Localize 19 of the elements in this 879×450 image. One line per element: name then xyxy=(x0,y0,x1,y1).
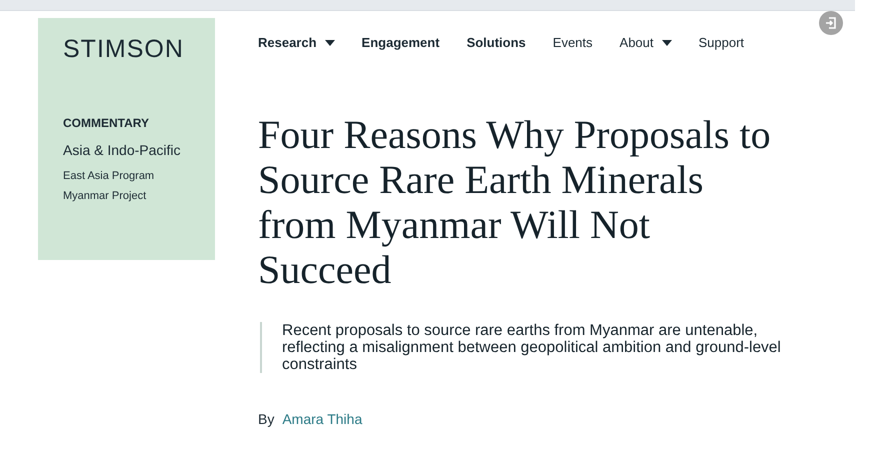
author-link[interactable]: Amara Thiha xyxy=(282,411,362,427)
content-type: COMMENTARY xyxy=(63,116,150,130)
program-link[interactable]: Myanmar Project xyxy=(63,190,215,202)
exit-button[interactable] xyxy=(819,11,843,35)
exit-icon xyxy=(824,16,838,30)
article-summary: Recent proposals to source rare earths from Myanmar are untenable, reflecting a misalignment between geopolitical ambition and ground-level constraints xyxy=(282,322,782,373)
caret-icon xyxy=(324,40,335,46)
program-link[interactable]: East Asia Program xyxy=(63,170,215,182)
byline-label: By xyxy=(258,411,274,427)
region-link[interactable]: Asia & Indo-Pacific xyxy=(63,142,215,158)
logo[interactable]: STIMSON xyxy=(63,35,215,64)
caret-icon xyxy=(662,40,672,46)
nav-link[interactable]: Research xyxy=(258,35,335,50)
nav-link[interactable]: About xyxy=(620,35,672,50)
nav-link[interactable]: Events xyxy=(552,35,593,50)
article-title: Four Reasons Why Proposals to Source Rare Earth Minerals from Myanmar Will Not Succeed xyxy=(258,112,772,292)
nav-link[interactable]: Solutions xyxy=(466,35,526,50)
nav-link[interactable]: Engagement xyxy=(362,35,440,50)
nav-link[interactable]: Support xyxy=(698,35,744,50)
